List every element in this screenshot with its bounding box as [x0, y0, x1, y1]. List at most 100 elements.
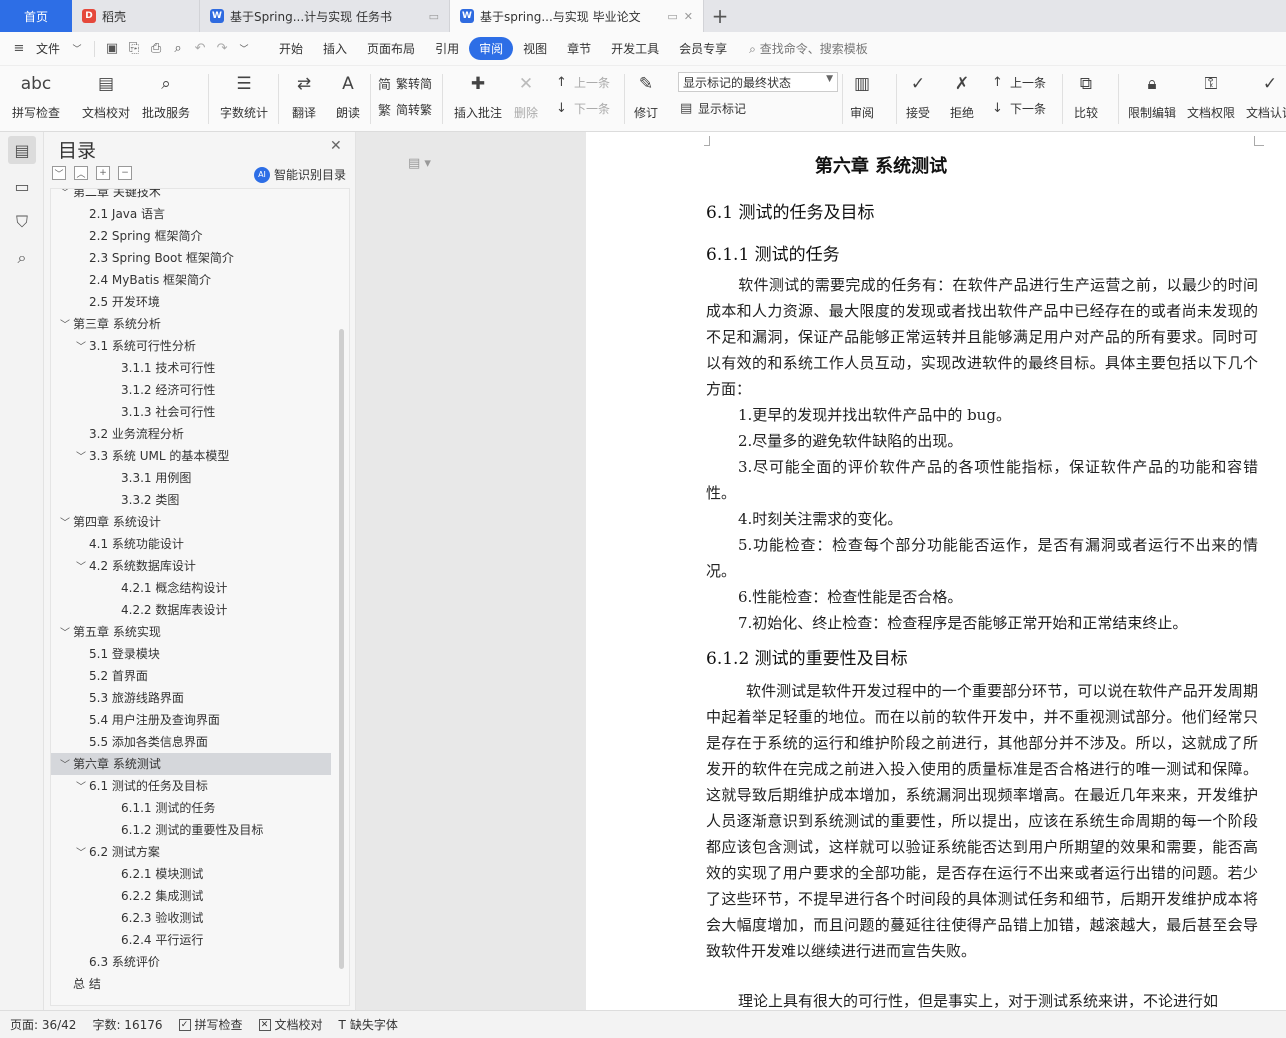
toc-item[interactable]: ﹀ 6.1 测试的任务及目标 [51, 775, 331, 797]
print-icon[interactable]: ⎙ [145, 41, 167, 56]
chevron-down-icon[interactable]: ﹀ [57, 315, 73, 337]
toc-item[interactable]: 5.2 首界面 [51, 665, 331, 687]
prev-comment-button[interactable]: ↑ 上一条 [556, 74, 610, 91]
show-markup-button[interactable]: ▤ 显示标记 [680, 100, 746, 117]
tab-thesis-document[interactable]: W 基于spring...与实现 毕业论文 ▭ ✕ [450, 0, 704, 32]
collapse-all-icon[interactable]: ﹀ [52, 166, 66, 180]
toc-item[interactable]: 总 结 [51, 973, 331, 995]
toc-item[interactable]: 5.3 旅游线路界面 [51, 687, 331, 709]
markup-mode-select[interactable]: 显示标记的最终状态 ▼ [678, 72, 838, 92]
toc-item[interactable]: ﹀ 3.1 系统可行性分析 [51, 335, 331, 357]
restrict-edit-button[interactable]: 🔒︎ 限制编辑 [1128, 70, 1176, 121]
toc-item[interactable]: ﹀ 第四章 系统设计 [51, 511, 331, 533]
next-comment-button[interactable]: ↓ 下一条 [556, 100, 610, 117]
toc-item[interactable]: 3.1.1 技术可行性 [51, 357, 331, 379]
tab-home[interactable]: 首页 [0, 0, 72, 32]
chevron-down-icon[interactable]: ﹀ [73, 777, 89, 799]
tab-pin-icon[interactable]: ▭ [429, 10, 439, 23]
command-search[interactable]: ⌕ 查找命令、搜索模板 [749, 40, 868, 57]
toc-scrollbar[interactable] [339, 329, 344, 969]
tab-page-layout[interactable]: 页面布局 [357, 40, 425, 57]
toc-item[interactable]: ﹀ 第六章 系统测试 [51, 753, 331, 775]
toc-item[interactable]: 6.1.2 测试的重要性及目标 [51, 819, 331, 841]
status-spell-check[interactable]: ✓ 拼写检查 [178, 1016, 243, 1033]
word-count-button[interactable]: ☰ 字数统计 [220, 70, 268, 121]
expand-up-icon[interactable]: ︿ [74, 166, 88, 180]
chevron-down-icon[interactable]: ﹀ [57, 755, 73, 777]
close-icon[interactable]: ✕ [330, 138, 342, 154]
toc-item[interactable]: 2.4 MyBatis 框架简介 [51, 269, 331, 291]
tab-review[interactable]: 审阅 [469, 37, 514, 60]
doc-permission-button[interactable]: ⚿ 文档权限 [1187, 70, 1235, 121]
toc-item[interactable]: 3.2 业务流程分析 [51, 423, 331, 445]
close-icon[interactable]: ✕ [684, 10, 693, 23]
review-pane-button[interactable]: ▥ 审阅 [848, 70, 876, 121]
word-count[interactable]: 字数: 16176 [92, 1016, 162, 1033]
read-aloud-button[interactable]: A 朗读 [334, 70, 362, 121]
toc-item[interactable]: 5.5 添加各类信息界面 [51, 731, 331, 753]
toc-item[interactable]: ﹀ 第三章 系统分析 [51, 313, 331, 335]
reject-button[interactable]: ✗ 拒绝 [948, 70, 976, 121]
toc-item[interactable]: 3.3.2 类图 [51, 489, 331, 511]
chevron-down-icon[interactable]: ﹀ [73, 447, 89, 469]
chapter-nav-icon[interactable]: ▭ [8, 172, 36, 200]
new-tab-button[interactable]: + [704, 0, 736, 32]
toc-item[interactable]: 4.2.1 概念结构设计 [51, 577, 331, 599]
chevron-down-icon[interactable]: ﹀ [73, 337, 89, 359]
save-icon[interactable]: ▣ [101, 41, 123, 56]
bookmark-icon[interactable]: ⛉ [8, 208, 36, 236]
tab-member[interactable]: 会员专享 [669, 40, 737, 57]
track-changes-button[interactable]: ✎ 修订 [632, 70, 660, 121]
doc-cert-button[interactable]: ✓ 文档认证 [1246, 70, 1286, 121]
toc-item[interactable]: 2.5 开发环境 [51, 291, 331, 313]
tab-daoke[interactable]: D 稻壳 [72, 0, 200, 32]
tab-task-document[interactable]: W 基于Spring...计与实现 任务书 ▭ [200, 0, 450, 32]
toc-item[interactable]: 2.1 Java 语言 [51, 203, 331, 225]
page-options-icon[interactable]: ▤ ▾ [408, 156, 431, 171]
trad-to-simp-button[interactable]: 简繁转简 [378, 74, 432, 93]
tab-references[interactable]: 引用 [425, 40, 469, 57]
compare-button[interactable]: ⧉ 比较 [1072, 70, 1100, 121]
chevron-down-icon[interactable]: ﹀ [57, 623, 73, 645]
toc-item[interactable]: 3.1.3 社会可行性 [51, 401, 331, 423]
toc-item[interactable]: 3.1.2 经济可行性 [51, 379, 331, 401]
smart-toc-button[interactable]: AI 智能识别目录 [254, 166, 346, 183]
file-menu[interactable]: 文件 [30, 40, 66, 57]
toc-item[interactable]: 2.3 Spring Boot 框架简介 [51, 247, 331, 269]
status-proofread[interactable]: ✕ 文档校对 [258, 1016, 323, 1033]
customize-icon[interactable]: ﹀ [233, 42, 255, 55]
tab-view[interactable]: 视图 [513, 40, 557, 57]
tab-developer[interactable]: 开发工具 [601, 40, 669, 57]
toc-item[interactable]: 2.2 Spring 框架简介 [51, 225, 331, 247]
tab-insert[interactable]: 插入 [313, 40, 357, 57]
tab-chapter[interactable]: 章节 [557, 40, 601, 57]
hamburger-icon[interactable]: ≡ [8, 41, 30, 56]
toc-item[interactable]: ﹀ 4.2 系统数据库设计 [51, 555, 331, 577]
undo-icon[interactable]: ↶ [189, 41, 211, 56]
toc-item[interactable]: ﹀ 6.2 测试方案 [51, 841, 331, 863]
redo-icon[interactable]: ↷ [211, 41, 233, 56]
delete-comment-button[interactable]: ✕ 删除 [512, 70, 540, 121]
toc-item[interactable]: 6.2.2 集成测试 [51, 885, 331, 907]
add-heading-icon[interactable]: + [96, 166, 110, 180]
chevron-down-icon[interactable]: ﹀ [66, 42, 88, 55]
toc-item[interactable]: ﹀ 第五章 系统实现 [51, 621, 331, 643]
toc-item[interactable]: 6.2.4 平行运行 [51, 929, 331, 951]
chevron-down-icon[interactable]: ﹀ [57, 513, 73, 535]
toc-item[interactable]: 4.1 系统功能设计 [51, 533, 331, 555]
prev-change-button[interactable]: ↑ 上一条 [992, 74, 1046, 91]
export-icon[interactable]: ⎘ [123, 41, 145, 56]
translate-button[interactable]: ⇄ 翻译 [290, 70, 318, 121]
toc-item[interactable]: 6.1.1 测试的任务 [51, 797, 331, 819]
spell-check-button[interactable]: abc 拼写检查 [12, 70, 60, 121]
doc-proofread-button[interactable]: ▤ 文档校对 [82, 70, 130, 121]
toc-item[interactable]: 6.3 系统评价 [51, 951, 331, 973]
search-icon[interactable]: ⌕ [8, 244, 36, 272]
tab-start[interactable]: 开始 [269, 40, 313, 57]
accept-button[interactable]: ✓ 接受 [904, 70, 932, 121]
insert-comment-button[interactable]: ✚ 插入批注 [454, 70, 502, 121]
tab-pin-icon[interactable]: ▭ [667, 10, 677, 23]
toc-item[interactable]: 5.4 用户注册及查询界面 [51, 709, 331, 731]
toc-item[interactable]: 4.2.2 数据库表设计 [51, 599, 331, 621]
remove-heading-icon[interactable]: − [118, 166, 132, 180]
